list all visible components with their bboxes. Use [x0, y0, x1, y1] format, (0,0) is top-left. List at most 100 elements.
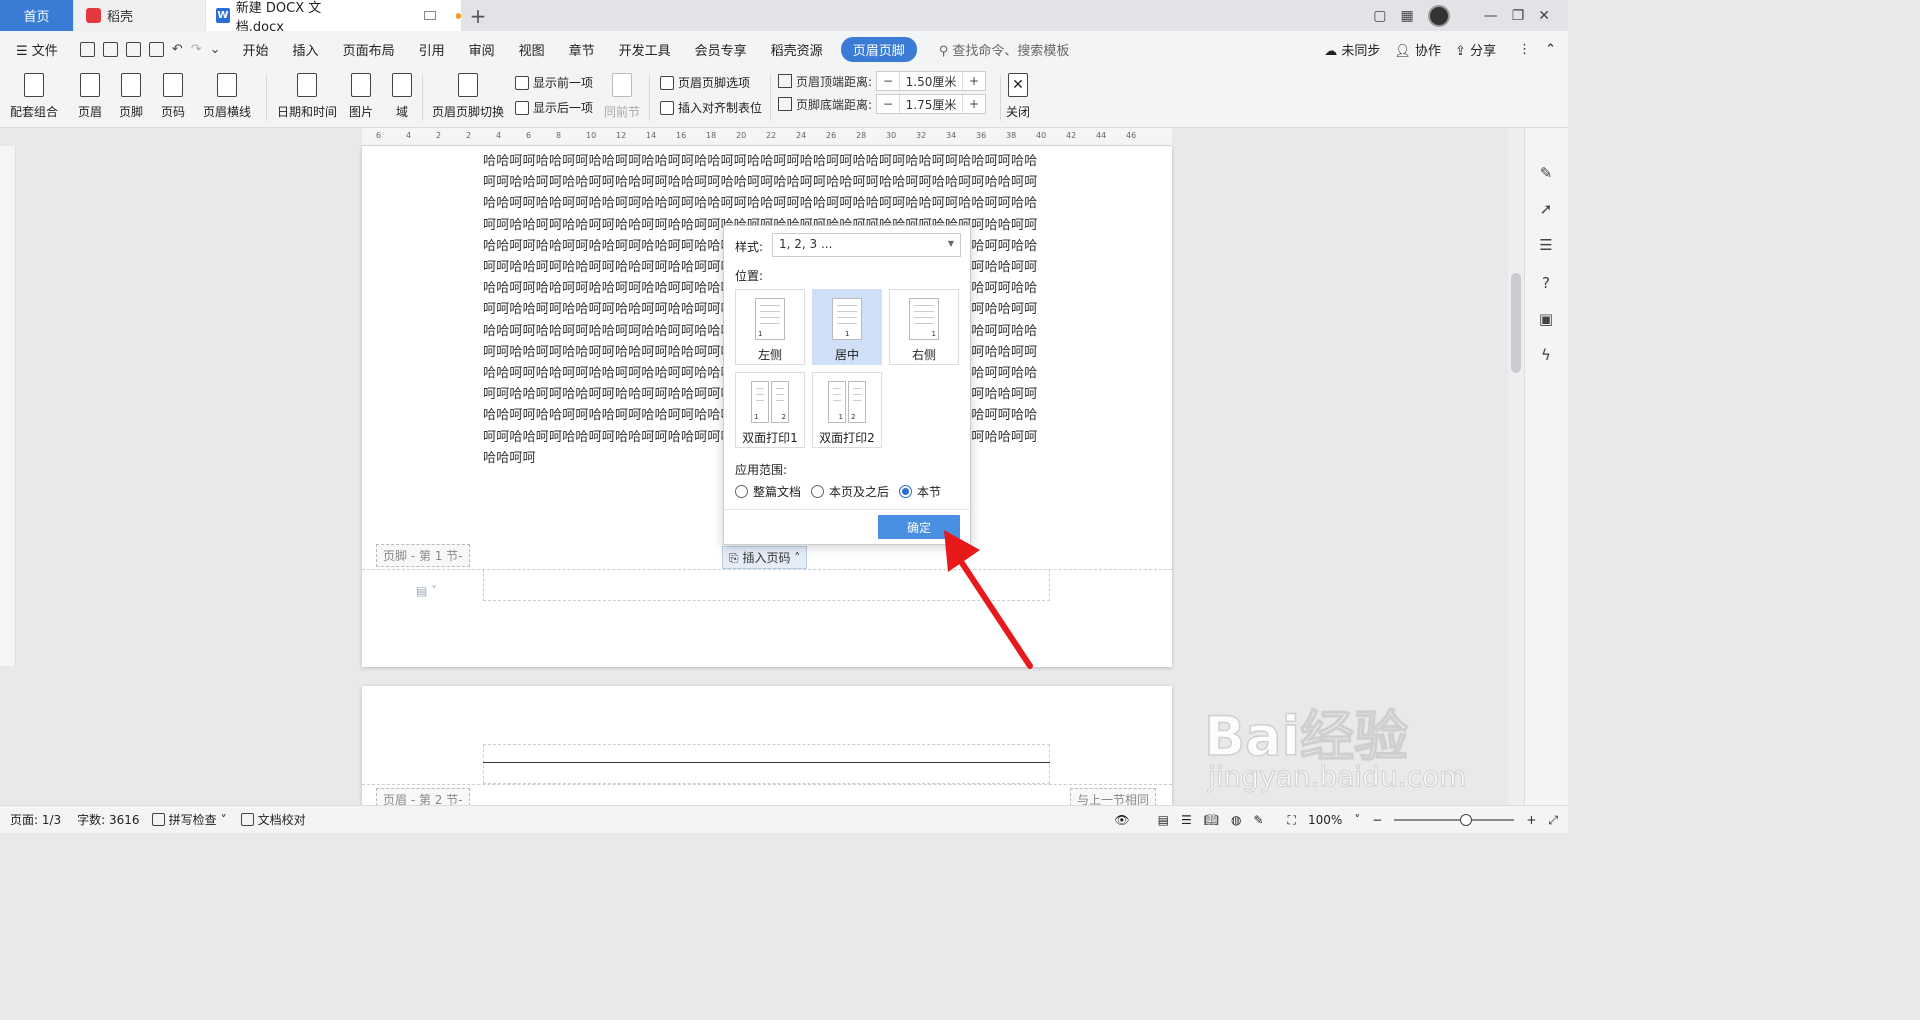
spellcheck-button[interactable]: 拼写检查 ˅ [151, 811, 227, 828]
page-number-button[interactable]: 页码 [161, 73, 185, 120]
collab-button[interactable]: 👤︎ 协作 [1394, 40, 1441, 59]
menu-header-footer[interactable]: 页眉页脚 [840, 36, 917, 62]
file-menu[interactable]: ☰ 文件 [0, 40, 70, 59]
page-view-icon[interactable]: ▤ [1158, 813, 1169, 827]
style-select[interactable]: 1, 2, 3 ... ▼ [772, 233, 961, 257]
close-hf-button[interactable]: ✕ 关闭 [1006, 73, 1030, 120]
expand-icon[interactable]: ⤢ [1548, 813, 1558, 828]
sync-button[interactable]: ☁ 未同步 [1324, 40, 1380, 59]
footer-options-icon[interactable]: ▤ ˅ [416, 584, 437, 598]
show-next-button[interactable]: 显示后一项 [515, 99, 593, 116]
zoom-slider[interactable] [1394, 814, 1515, 826]
sliders-icon[interactable]: ☰ [1537, 236, 1555, 254]
position-duplex-1[interactable]: 1 2 双面打印1 [735, 372, 805, 448]
lightning-icon[interactable]: ϟ [1537, 346, 1555, 364]
header-line-button[interactable]: 页眉横线 [203, 73, 251, 120]
vertical-scrollbar[interactable] [1508, 128, 1524, 805]
hf-options-button[interactable]: 页眉页脚选项 [660, 74, 750, 91]
horizontal-ruler[interactable]: 6 4 2 2 4 6 8 10 12 14 16 18 20 22 24 26 28 30 32 34 36 38 40 4… [362, 128, 1172, 146]
outline-view-icon[interactable]: ☰ [1181, 813, 1192, 827]
layout-icon[interactable]: ▢ [1373, 8, 1386, 24]
save-icon[interactable] [79, 41, 95, 57]
footer-bottom-input[interactable]: 1.75厘米 [899, 95, 964, 113]
ribbon-separator [649, 75, 650, 121]
proofread-button[interactable]: 文档校对 [240, 811, 306, 828]
footer-content-area[interactable] [483, 569, 1050, 601]
zoom-out-icon[interactable]: − [1372, 813, 1382, 827]
redo-icon[interactable]: ↷ [191, 42, 202, 57]
menu-insert[interactable]: 插入 [281, 40, 331, 59]
ok-button[interactable]: 确定 [878, 515, 960, 539]
pen-icon[interactable]: ✎ [1537, 164, 1555, 182]
menu-section[interactable]: 章节 [557, 40, 607, 59]
header-top-plus-button[interactable]: + [963, 72, 985, 90]
header-button[interactable]: 页眉 [78, 73, 102, 120]
menu-reference[interactable]: 引用 [407, 40, 457, 59]
insert-page-number-button[interactable]: ⎘ 插入页码 ˄ [722, 546, 808, 569]
export-icon[interactable] [102, 41, 118, 57]
help-icon[interactable]: ? [1537, 274, 1555, 292]
web-view-icon[interactable]: ◍ [1231, 813, 1241, 827]
apps-grid-icon[interactable]: ▦ [1400, 8, 1413, 24]
more-dropdown-icon[interactable]: ⌄ [210, 42, 221, 57]
tab-daoke[interactable]: 稻壳 [74, 0, 205, 31]
position-duplex-2[interactable]: 1 2 双面打印2 [812, 372, 882, 448]
zoom-in-icon[interactable]: + [1526, 813, 1536, 827]
hf-switch-button[interactable]: 页眉页脚切换 [432, 73, 504, 120]
same-prev-button[interactable]: 同前节 [604, 73, 640, 120]
word-count[interactable]: 字数: 3616 [77, 811, 139, 828]
position-right[interactable]: 1 右侧 [889, 289, 959, 365]
undo-icon[interactable]: ↶ [172, 42, 183, 57]
footer-bottom-minus-button[interactable]: − [877, 95, 899, 113]
picture-button[interactable]: 图片 [349, 73, 373, 120]
monitor-icon[interactable] [424, 11, 436, 20]
print-preview-icon[interactable] [148, 41, 164, 57]
combo-button[interactable]: 配套组合 [10, 73, 58, 120]
close-window-icon[interactable]: ✕ [1538, 8, 1550, 24]
zoom-value[interactable]: 100% [1308, 813, 1342, 827]
reading-view-icon[interactable]: 📖︎ [1204, 813, 1219, 827]
header-top-minus-button[interactable]: − [877, 72, 899, 90]
position-center[interactable]: 1 居中 [812, 289, 882, 365]
field-button[interactable]: 域 [392, 73, 412, 120]
insert-tab-button[interactable]: 插入对齐制表位 [660, 99, 762, 116]
position-left[interactable]: 1 左侧 [735, 289, 805, 365]
zoom-slider-knob[interactable] [1460, 814, 1473, 826]
tab-home[interactable]: 首页 [0, 0, 73, 31]
footer-bottom-plus-button[interactable]: + [963, 95, 985, 113]
header-top-input[interactable]: 1.50厘米 [899, 72, 964, 90]
page-2[interactable]: 页眉 - 第 2 节- 与上一节相同 [362, 686, 1172, 806]
range-whole-document[interactable]: 整篇文档 [735, 483, 801, 500]
fit-page-icon[interactable]: ⛶ [1288, 813, 1296, 828]
share-button[interactable]: ⇪ 分享 [1455, 40, 1496, 59]
cursor-icon[interactable]: ➚ [1537, 200, 1555, 218]
minimize-icon[interactable]: — [1484, 8, 1498, 24]
footer-button[interactable]: 页脚 [119, 73, 143, 120]
menu-start[interactable]: 开始 [231, 40, 281, 59]
image-edit-icon[interactable]: ▣ [1537, 310, 1555, 328]
range-this-page-onward[interactable]: 本页及之后 [811, 483, 889, 500]
tab-document[interactable]: W 新建 DOCX 文档.docx [206, 0, 461, 35]
range-this-section[interactable]: 本节 [899, 483, 941, 500]
print-icon[interactable] [125, 41, 141, 57]
zoom-dropdown-icon[interactable]: ˅ [1354, 813, 1360, 827]
page-indicator[interactable]: 页面: 1/3 [10, 811, 61, 828]
menu-view[interactable]: 视图 [507, 40, 557, 59]
show-prev-button[interactable]: 显示前一项 [515, 74, 593, 91]
menu-review[interactable]: 审阅 [457, 40, 507, 59]
menu-daoke-resources[interactable]: 稻壳资源 [759, 40, 835, 59]
menu-member[interactable]: 会员专享 [683, 40, 759, 59]
restore-icon[interactable]: ❐ [1512, 8, 1525, 24]
new-tab-button[interactable]: + [466, 0, 490, 31]
header-content-area[interactable] [483, 744, 1050, 784]
collapse-ribbon-icon[interactable]: ⌃ [1545, 42, 1556, 57]
scrollbar-thumb[interactable] [1511, 273, 1521, 373]
more-icon[interactable]: ⋮ [1518, 42, 1531, 57]
write-mode-icon[interactable]: ✎ [1253, 813, 1263, 827]
menu-page-layout[interactable]: 页面布局 [331, 40, 407, 59]
datetime-button[interactable]: 日期和时间 [277, 73, 337, 120]
eye-protection-icon[interactable]: 👁︎ [1114, 813, 1129, 827]
command-search[interactable]: ⚲ 查找命令、搜索模板 [939, 40, 1070, 59]
menu-dev-tools[interactable]: 开发工具 [607, 40, 683, 59]
avatar[interactable] [1427, 4, 1450, 27]
